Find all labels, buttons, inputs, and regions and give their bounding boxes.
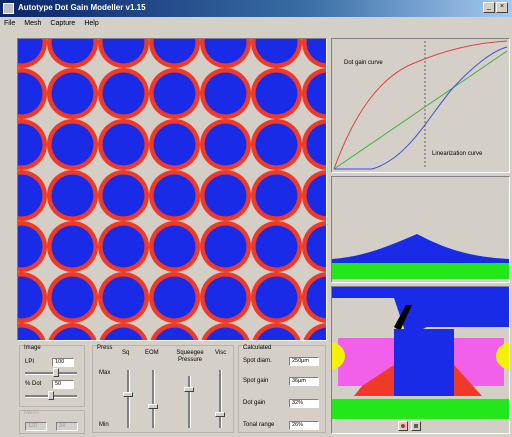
mesh-field-b: 34 [56,422,78,431]
dot-percent-label: % Dot [25,381,42,387]
dot-pattern-view [17,38,327,341]
press-min-label: Min [99,422,109,428]
linearization-curve-label: Linearization curve [432,151,483,157]
stop-button[interactable] [411,421,421,431]
lpi-label: LPI [25,359,35,365]
dot-gain-curve-label: Dot gain curve [344,60,383,66]
menu-capture[interactable]: Capture [50,17,75,30]
close-button[interactable]: × [496,2,508,13]
record-icon [401,424,405,428]
spot-diam-label: Spot diam. [243,358,272,364]
menu-help[interactable]: Help [84,17,98,30]
eom-slider-thumb[interactable] [148,404,158,409]
squeegee-pressure-slider[interactable] [188,376,191,428]
minimize-button[interactable]: _ [483,2,495,13]
mesh-group-title: Mesh [24,410,39,416]
section-substrate [332,399,509,419]
press-group: Press Sq EOM Squeegee Pressure Visc Max … [92,345,234,433]
image-group: Image LPI 100 % Dot 50 [19,345,85,407]
dot-gain-label: Dot gain [243,400,266,406]
spot-gain-label: Spot gain [243,378,269,384]
dot-slider-thumb[interactable] [48,391,54,400]
substrate-bar [332,263,509,279]
visc-slider-thumb[interactable] [215,412,225,417]
cross-section-view [332,287,509,433]
dot-percent-field[interactable]: 50 [52,380,74,389]
eom-slider[interactable] [152,370,155,428]
dot-gain-field: 32% [289,399,319,408]
lpi-slider-thumb[interactable] [53,368,59,377]
sq-slider[interactable] [127,370,130,428]
menu-bar: File Mesh Capture Help [0,17,512,30]
ink-profile-view [332,177,509,282]
press-col-eom: EOM [145,350,159,356]
press-col-squeegee: Squeegee Pressure [176,350,204,363]
press-col-sq: Sq [122,350,130,356]
record-button[interactable] [398,421,408,431]
menu-file[interactable]: File [4,17,15,30]
sq-slider-thumb[interactable] [123,392,133,397]
mesh-group: Mesh 120 34 [19,410,85,434]
lpi-slider[interactable] [25,372,77,375]
window-title: Autotype Dot Gain Modeller v1.15 [18,3,146,12]
ink-column [394,329,454,396]
tonal-range-label: Tonal range [243,422,275,428]
ink-profile-panel [331,176,510,283]
press-group-title: Press [97,345,113,351]
image-group-title: Image [24,345,41,351]
spot-gain-field: 36µm [289,377,319,386]
menu-mesh[interactable]: Mesh [24,17,41,30]
curves-panel: Dot gain curve Linearization curve [331,38,510,173]
tonal-range-field: 26% [289,421,319,430]
app-icon [3,3,14,14]
mesh-field-a: 120 [25,422,47,431]
app-window: Autotype Dot Gain Modeller v1.15 _ × Fil… [0,0,512,437]
frame-bar [332,287,509,298]
press-col-visc: Visc [215,350,227,356]
spot-diam-field: 250µm [289,357,319,366]
visc-slider[interactable] [219,370,222,428]
lpi-field[interactable]: 100 [52,358,74,367]
curves-chart: Dot gain curve Linearization curve [333,40,508,170]
dot-pattern-canvas [18,39,326,340]
calculated-group-title: Calculated [243,345,272,351]
title-bar: Autotype Dot Gain Modeller v1.15 _ × [0,0,512,17]
calculated-group: Calculated Spot diam. 250µm Spot gain 36… [238,345,326,433]
stop-icon [414,424,418,428]
press-max-label: Max [99,370,111,376]
cross-section-panel [331,286,510,434]
squeegee-pressure-thumb[interactable] [184,387,194,392]
